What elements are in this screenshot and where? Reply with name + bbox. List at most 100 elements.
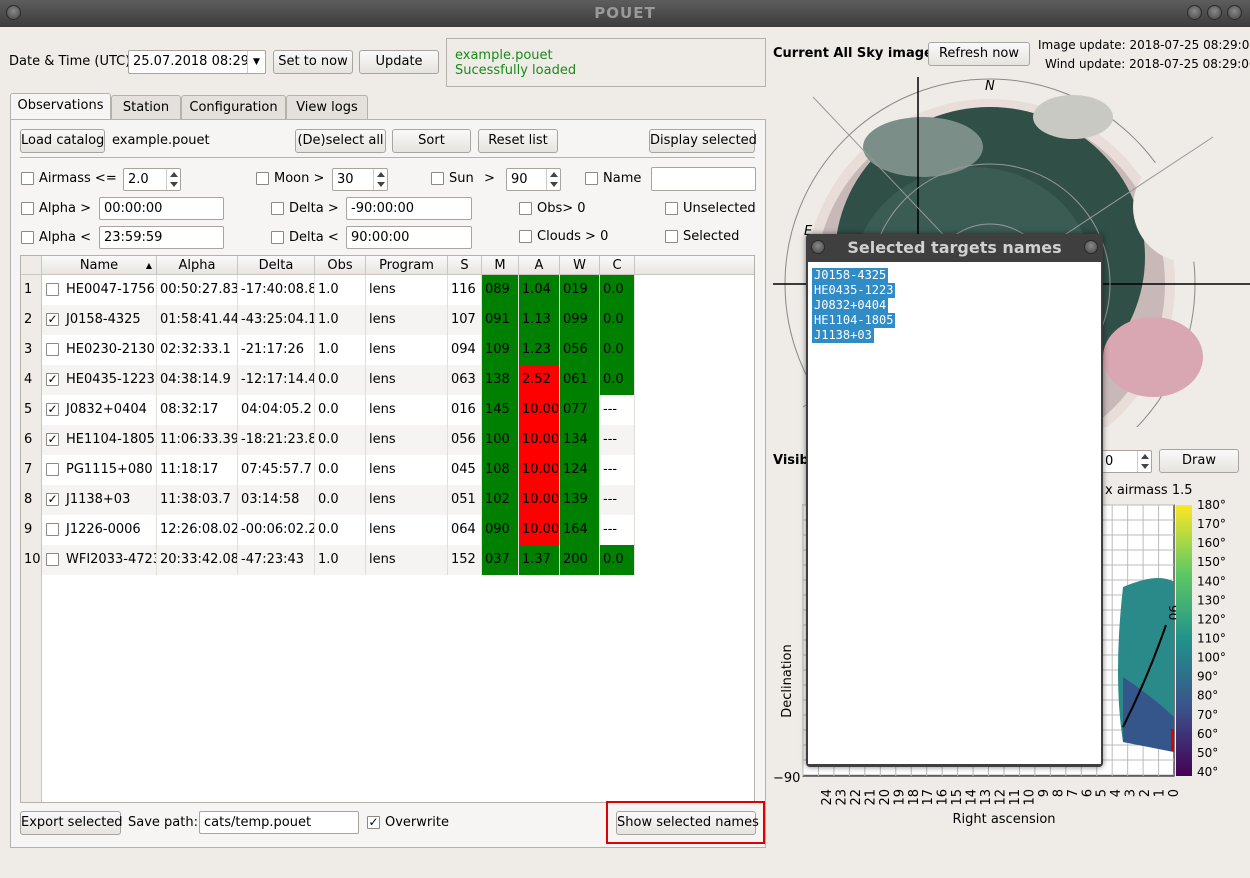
delta-lt-checkbox[interactable] [271, 231, 284, 244]
moon-checkbox[interactable] [256, 172, 269, 185]
row-select-checkbox[interactable] [46, 553, 59, 566]
row-select-checkbox[interactable] [46, 463, 59, 476]
airmass-spinbox[interactable]: 2.0 [123, 168, 181, 191]
cell-delta: -47:23:43 [238, 545, 315, 575]
overwrite-label: Overwrite [385, 815, 449, 830]
delta-gt-checkbox[interactable] [271, 202, 284, 215]
maximize-icon[interactable] [1207, 5, 1222, 20]
row-select-checkbox[interactable]: ✓ [46, 403, 59, 416]
selected-checkbox[interactable] [665, 230, 678, 243]
column-header-delta[interactable]: Delta [238, 256, 315, 275]
alpha-lt-checkbox[interactable] [21, 231, 34, 244]
dialog-title: Selected targets names [847, 238, 1062, 257]
column-header-s[interactable]: S [448, 256, 482, 275]
target-name: J0158-4325 [66, 312, 141, 327]
column-header-name[interactable]: Name ▲ [42, 256, 157, 275]
sort-button[interactable]: Sort [392, 129, 471, 153]
show-selected-names-button[interactable]: Show selected names [616, 811, 759, 835]
visibility-spinbox[interactable]: 0 [1100, 450, 1152, 473]
load-catalog-button[interactable]: Load catalog [20, 129, 105, 153]
reset-list-button[interactable]: Reset list [478, 129, 558, 153]
target-name: J1138+03 [66, 492, 131, 507]
column-header-c[interactable]: C [600, 256, 635, 275]
dialog-close-icon[interactable] [1084, 240, 1098, 254]
x-tick-label: 21 [863, 789, 878, 806]
tab-station[interactable]: Station [111, 95, 181, 119]
row-select-checkbox[interactable]: ✓ [46, 493, 59, 506]
cell-s: 094 [448, 335, 482, 365]
row-header-filler [21, 575, 42, 802]
update-button[interactable]: Update [359, 50, 439, 74]
row-number: 9 [21, 515, 42, 545]
name-filter-input[interactable] [651, 167, 756, 191]
airmass-value: 2.0 [128, 172, 149, 187]
alpha-gt-checkbox[interactable] [21, 202, 34, 215]
row-select-checkbox[interactable]: ✓ [46, 373, 59, 386]
names-text-area[interactable]: J0158-4325 HE0435-1223 J0832+0404 HE1104-18… [808, 262, 1101, 764]
x-tick-label: 8 [1051, 789, 1066, 797]
all-sky-title: Current All Sky image [773, 46, 933, 61]
moon-spinbox[interactable]: 30 [332, 168, 388, 191]
datetime-combo[interactable]: 25.07.2018 08:29 ▼ [128, 50, 266, 74]
refresh-now-button[interactable]: Refresh now [928, 42, 1030, 66]
column-header-m[interactable]: M [482, 256, 519, 275]
colorbar-tick-label: 170° [1197, 517, 1226, 531]
row-select-checkbox[interactable] [46, 523, 59, 536]
tab-view-logs[interactable]: View logs [286, 95, 368, 119]
save-path-input[interactable]: cats/temp.pouet [199, 811, 359, 834]
column-header-program[interactable]: Program [366, 256, 448, 275]
shade-icon[interactable] [1187, 5, 1202, 20]
close-icon[interactable] [1227, 5, 1242, 20]
sun-spinbox[interactable]: 90 [506, 168, 561, 191]
status-box: example.pouet Sucessfully loaded [446, 38, 766, 87]
column-header-obs[interactable]: Obs [315, 256, 366, 275]
spin-arrows-icon[interactable] [373, 169, 387, 190]
cell-c: 0.0 [600, 335, 635, 365]
spin-arrows-icon[interactable] [166, 169, 180, 190]
clouds-checkbox[interactable] [519, 230, 532, 243]
unselected-checkbox[interactable] [665, 202, 678, 215]
window-menu-icon[interactable] [6, 5, 21, 20]
x-tick-label: 4 [1109, 789, 1124, 797]
row-select-checkbox[interactable] [46, 283, 59, 296]
table-corner [21, 256, 42, 275]
alpha-gt-input[interactable]: 00:00:00 [99, 197, 224, 220]
compass-n: N [985, 79, 995, 94]
cell-obs: 0.0 [315, 455, 366, 485]
row-number: 7 [21, 455, 42, 485]
cell-program: lens [366, 395, 448, 425]
colorbar-tick-label: 150° [1197, 555, 1226, 569]
x-tick-label: 16 [936, 789, 951, 806]
delta-lt-input[interactable]: 90:00:00 [346, 226, 472, 249]
targets-table[interactable]: Name ▲ Alpha Delta Obs Program S M A W C … [20, 255, 755, 803]
set-to-now-button[interactable]: Set to now [273, 50, 353, 74]
overwrite-checkbox[interactable]: ✓ [367, 816, 380, 829]
colorbar-tick-label: 100° [1197, 651, 1226, 665]
cell-program: lens [366, 425, 448, 455]
selected-name: J0832+0404 [812, 298, 889, 313]
tab-configuration[interactable]: Configuration [181, 95, 286, 119]
alpha-lt-input[interactable]: 23:59:59 [99, 226, 224, 249]
target-name: WFI2033-4723 [66, 552, 157, 567]
display-selected-button[interactable]: Display selected [649, 129, 757, 153]
tab-observations[interactable]: Observations [10, 93, 111, 120]
column-header-alpha[interactable]: Alpha [157, 256, 238, 275]
spin-arrows-icon[interactable] [1137, 451, 1151, 472]
obs-checkbox[interactable] [519, 202, 532, 215]
cell-program: lens [366, 275, 448, 305]
row-select-checkbox[interactable]: ✓ [46, 313, 59, 326]
airmass-checkbox[interactable] [21, 172, 34, 185]
deselect-all-button[interactable]: (De)select all [295, 129, 386, 153]
row-select-checkbox[interactable] [46, 343, 59, 356]
column-header-a[interactable]: A [519, 256, 560, 275]
delta-gt-input[interactable]: -90:00:00 [346, 197, 472, 220]
cell-c: 0.0 [600, 545, 635, 575]
spin-arrows-icon[interactable] [546, 169, 560, 190]
x-tick-label: 15 [950, 789, 965, 806]
export-selected-button[interactable]: Export selected [20, 811, 123, 835]
draw-button[interactable]: Draw [1159, 449, 1239, 473]
row-select-checkbox[interactable]: ✓ [46, 433, 59, 446]
name-checkbox[interactable] [585, 172, 598, 185]
column-header-w[interactable]: W [560, 256, 600, 275]
sun-checkbox[interactable] [431, 172, 444, 185]
